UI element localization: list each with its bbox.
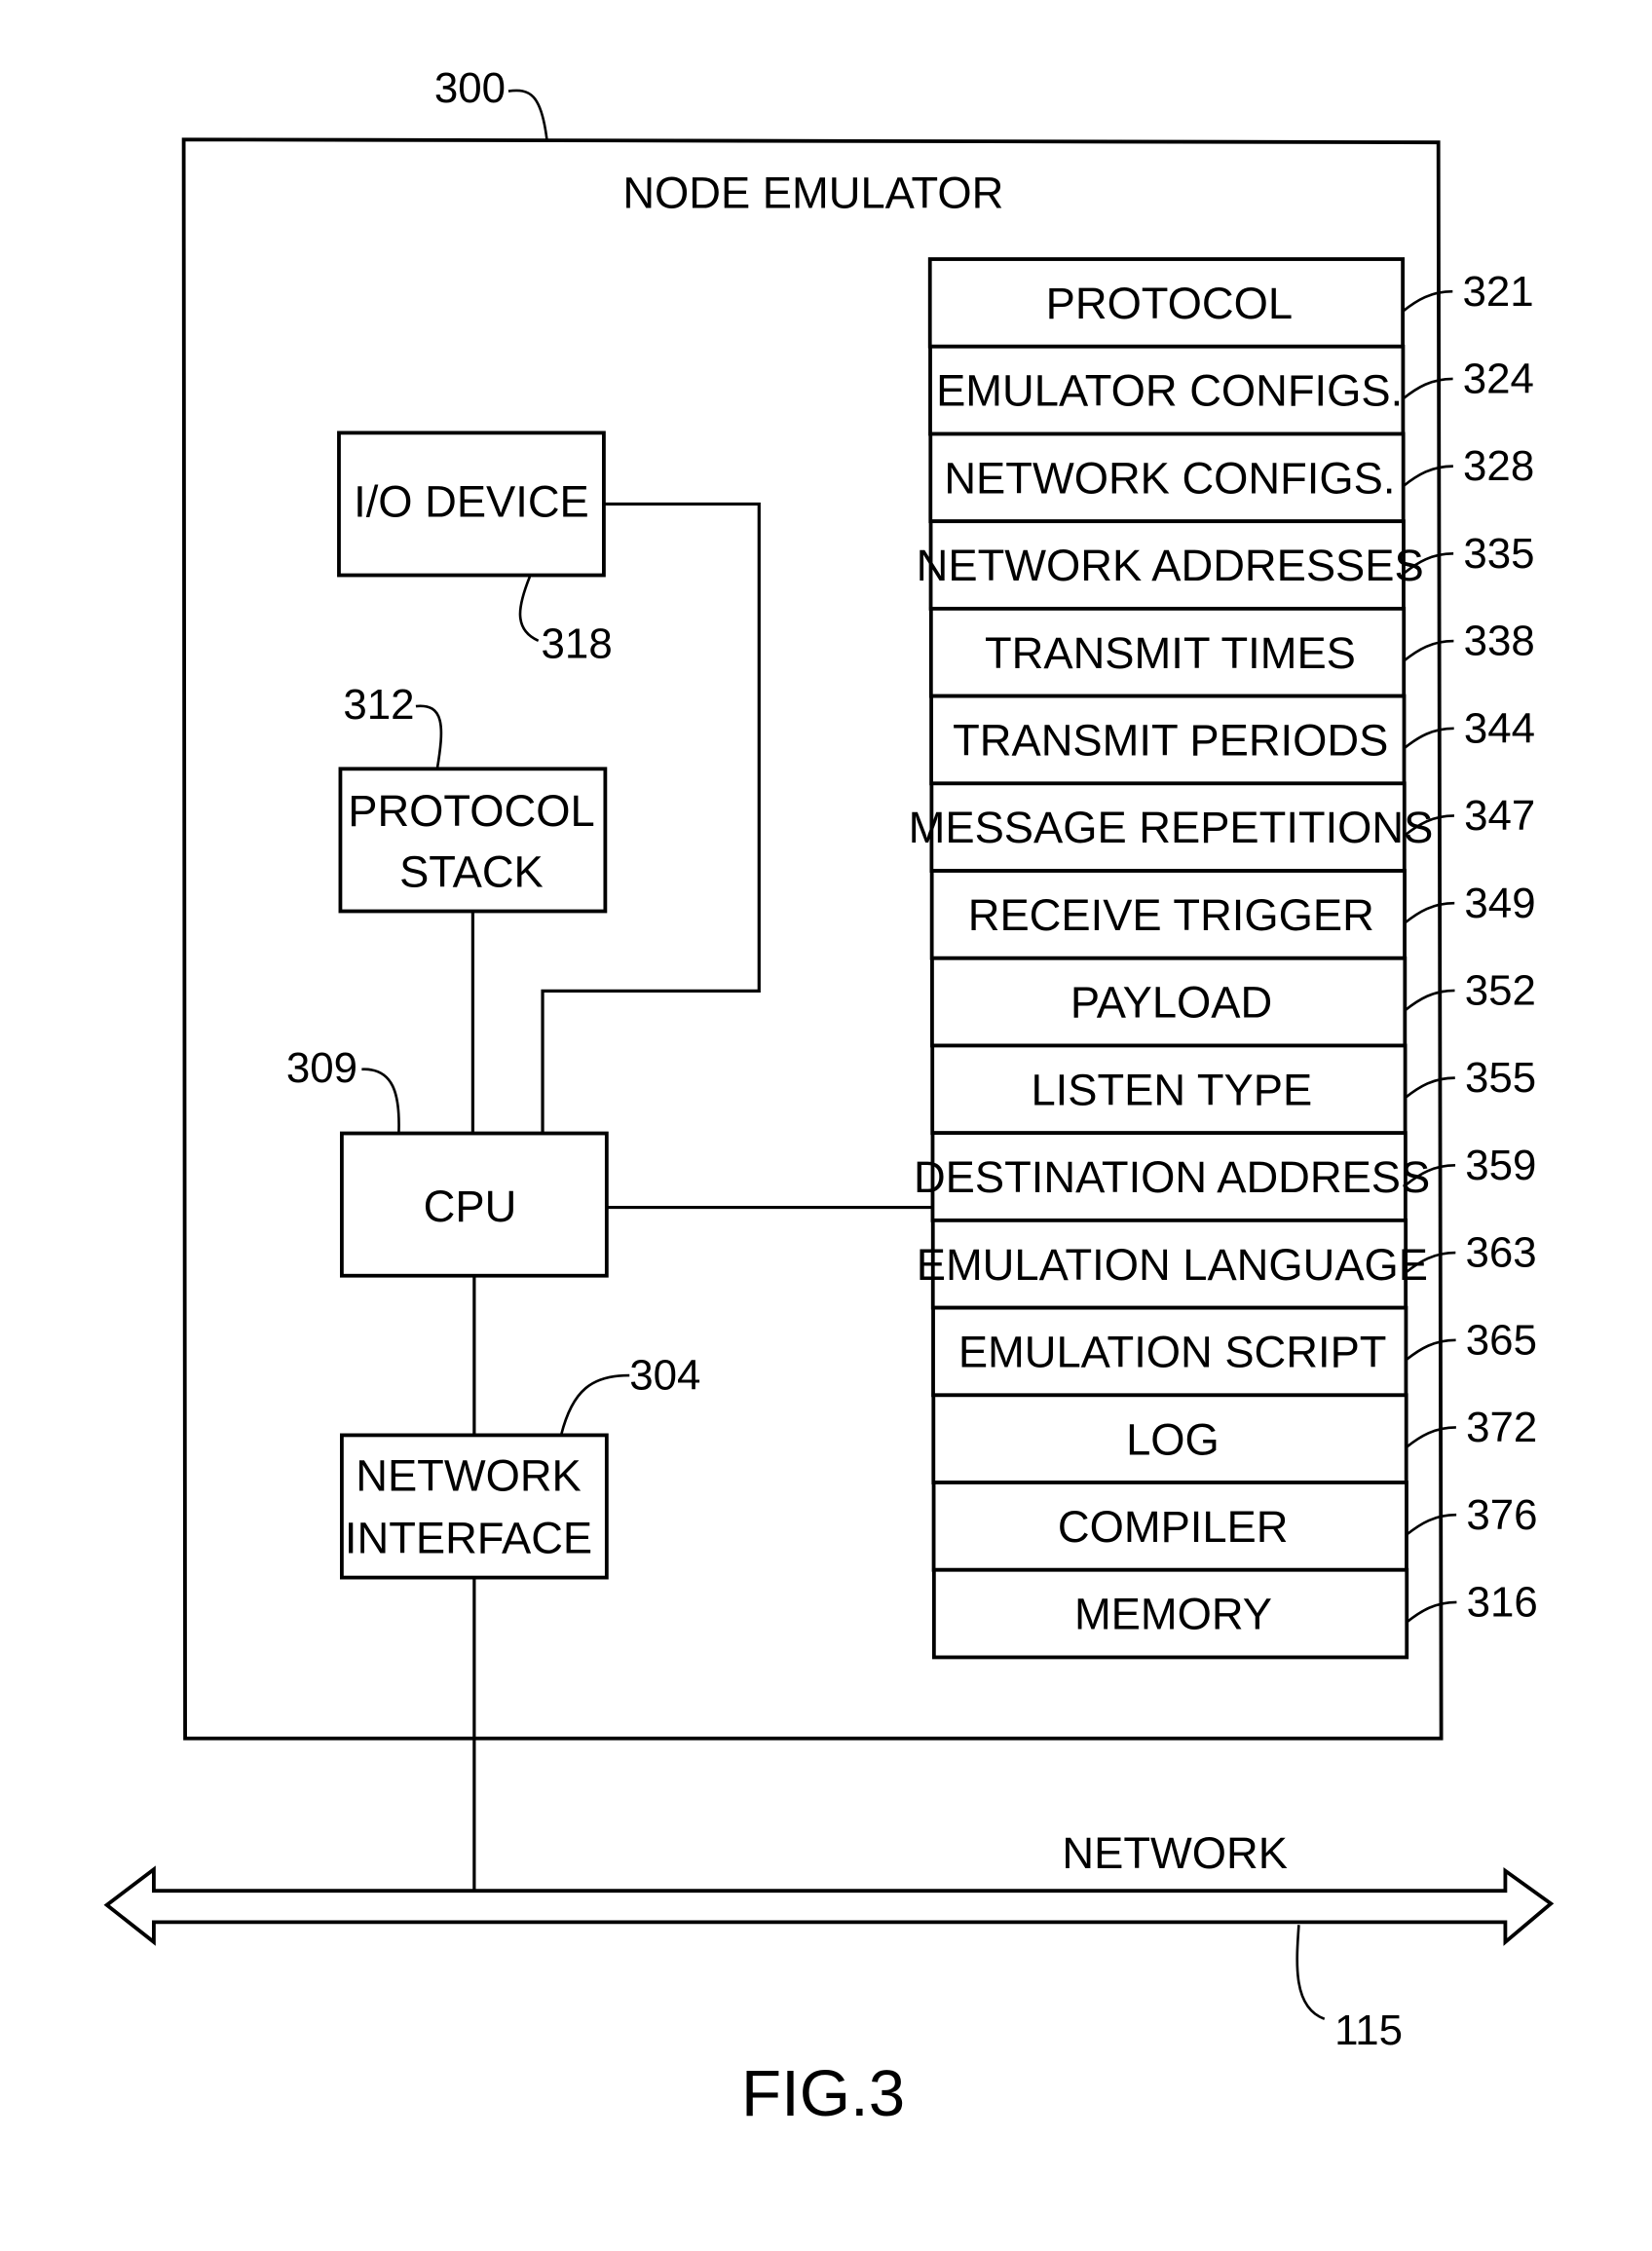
- memory-row-log: LOG 372: [931, 1393, 1537, 1484]
- memory-row-label: PAYLOAD: [1070, 978, 1272, 1028]
- ref-300: 300: [434, 64, 506, 112]
- io-device-label: I/O DEVICE: [354, 477, 589, 527]
- memory-row-ref: 335: [1463, 530, 1534, 578]
- memory-row-ref: 365: [1466, 1316, 1537, 1364]
- memory-row-label: LOG: [1126, 1414, 1220, 1464]
- ref-115: 115: [1334, 2007, 1403, 2054]
- node-emulator-diagram: NODE EMULATOR 300 I/O DEVICE 318 PROTOCO…: [103, 64, 1555, 2130]
- memory-row-label: NETWORK CONFIGS.: [944, 453, 1395, 503]
- ref-300-leader: [507, 89, 548, 140]
- cpu-label: CPU: [424, 1182, 517, 1231]
- memory-row-ref: 363: [1466, 1229, 1537, 1277]
- ref-304: 304: [629, 1352, 700, 1400]
- memory-row-label: NETWORK ADDRESSES: [917, 541, 1424, 590]
- network-label: NETWORK: [1062, 1828, 1288, 1878]
- network-interface-label-line1: NETWORK: [356, 1450, 582, 1500]
- memory-row-ref: 316: [1467, 1579, 1538, 1627]
- memory-row-label: EMULATION SCRIPT: [958, 1328, 1387, 1377]
- memory-row-ref: 359: [1465, 1142, 1536, 1189]
- memory-row-payload: PAYLOAD 352: [930, 956, 1536, 1048]
- network-bus: NETWORK 115: [103, 1828, 1555, 2054]
- memory-row-label: EMULATOR CONFIGS.: [936, 366, 1403, 416]
- memory-row-memory: MEMORY 316: [931, 1567, 1538, 1660]
- memory-row-label: MESSAGE REPETITIONS: [909, 803, 1434, 852]
- ref-318: 318: [542, 619, 613, 667]
- memory-row-label: TRANSMIT TIMES: [985, 628, 1356, 678]
- memory-row-emulation-language: EMULATION LANGUAGE 363: [917, 1218, 1537, 1310]
- memory-row-ref: 321: [1463, 268, 1534, 316]
- ref-312: 312: [343, 681, 414, 729]
- network-interface-label-line2: INTERFACE: [345, 1514, 592, 1563]
- memory-row-listen-type: LISTEN TYPE 355: [930, 1043, 1536, 1136]
- figure-caption: FIG.3: [741, 2057, 905, 2130]
- memory-row-label: PROTOCOL: [1046, 279, 1293, 328]
- ref-309: 309: [286, 1044, 357, 1092]
- memory-row-destination-address: DESTINATION ADDRESS 359: [914, 1131, 1536, 1222]
- ref-115-leader: [1295, 1925, 1326, 2020]
- protocol-stack-label-line2: STACK: [399, 847, 544, 897]
- memory-row-label: EMULATION LANGUAGE: [917, 1240, 1428, 1290]
- memory-row-network-addresses: NETWORK ADDRESSES 335: [917, 519, 1535, 611]
- memory-row-transmit-times: TRANSMIT TIMES 338: [928, 606, 1535, 698]
- memory-row-ref: 372: [1466, 1404, 1537, 1451]
- memory-row-ref: 376: [1466, 1491, 1537, 1539]
- memory-row-ref: 338: [1464, 618, 1535, 665]
- memory-row-protocol: PROTOCOL 321: [927, 257, 1534, 349]
- memory-row-label: TRANSMIT PERIODS: [953, 716, 1388, 766]
- memory-row-emulator-configs: EMULATOR CONFIGS. 324: [928, 344, 1534, 436]
- memory-row-label: DESTINATION ADDRESS: [914, 1152, 1430, 1202]
- network-double-arrow: [103, 1865, 1555, 1946]
- memory-row-ref: 355: [1465, 1054, 1536, 1102]
- memory-row-ref: 328: [1463, 442, 1534, 490]
- memory-row-network-configs: NETWORK CONFIGS. 328: [928, 431, 1534, 524]
- memory-row-compiler: COMPILER 376: [931, 1481, 1538, 1572]
- memory-stack: PROTOCOL 321 EMULATOR CONFIGS. 324 NETWORK C…: [909, 257, 1538, 1660]
- memory-row-ref: 347: [1464, 792, 1535, 840]
- memory-row-emulation-script: EMULATION SCRIPT 365: [931, 1305, 1537, 1398]
- protocol-stack-label-line1: PROTOCOL: [348, 786, 594, 836]
- memory-row-label: LISTEN TYPE: [1031, 1065, 1312, 1114]
- memory-row-label: MEMORY: [1074, 1590, 1272, 1639]
- memory-row-receive-trigger: RECEIVE TRIGGER 349: [929, 869, 1536, 960]
- memory-row-ref: 344: [1464, 704, 1535, 752]
- memory-row-ref: 324: [1463, 356, 1534, 403]
- memory-row-label: RECEIVE TRIGGER: [968, 890, 1374, 940]
- memory-row-label: COMPILER: [1058, 1502, 1289, 1552]
- memory-row-transmit-periods: TRANSMIT PERIODS 344: [929, 694, 1535, 786]
- memory-row-ref: 352: [1465, 967, 1536, 1015]
- memory-row-ref: 349: [1464, 880, 1535, 927]
- node-emulator-title: NODE EMULATOR: [622, 168, 1003, 217]
